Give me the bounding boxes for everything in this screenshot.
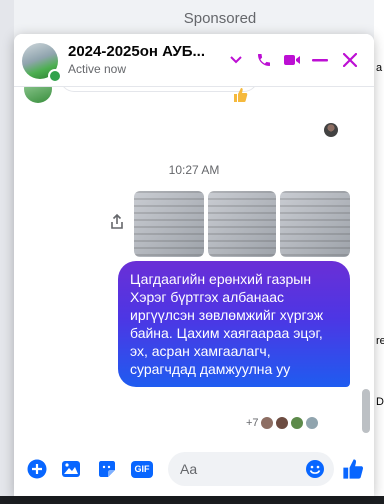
- sticker-icon[interactable]: [96, 458, 118, 480]
- plus-circle-icon[interactable]: [26, 458, 48, 480]
- gif-label: GIF: [131, 460, 153, 478]
- taskbar-strip: [0, 496, 384, 504]
- seen-avatar: [259, 416, 274, 430]
- gif-icon[interactable]: GIF: [130, 458, 154, 480]
- sender-avatar: [24, 87, 52, 103]
- seen-receipt-avatar: [324, 123, 338, 137]
- image-icon[interactable]: [60, 458, 82, 480]
- photo-attachment[interactable]: [208, 191, 276, 257]
- background-text-fragment: D: [376, 396, 384, 408]
- share-icon[interactable]: [108, 213, 126, 231]
- message-timestamp: 10:27 AM: [168, 163, 220, 177]
- minimize-icon[interactable]: [310, 50, 330, 70]
- photo-attachment[interactable]: [280, 191, 350, 257]
- chat-window: 2024-2025он АУБ... Active now 10:27 AM Ц…: [14, 34, 374, 496]
- thumbs-up-icon[interactable]: [342, 458, 364, 480]
- previous-message-bubble[interactable]: [60, 87, 258, 92]
- background-right-panel: [374, 0, 384, 504]
- close-icon[interactable]: [340, 50, 360, 70]
- seen-avatar: [274, 416, 289, 430]
- emoji-icon[interactable]: [304, 458, 326, 480]
- scrollbar[interactable]: [362, 389, 370, 433]
- message-list[interactable]: 10:27 AM Цагдаагийн ерөнхий газрын Хэрэг…: [14, 87, 374, 442]
- online-status-dot: [48, 69, 62, 83]
- message-bubble[interactable]: Цагдаагийн ерөнхий газрын Хэрэг бүртгэх …: [118, 261, 350, 387]
- chat-header[interactable]: 2024-2025он АУБ... Active now: [14, 34, 374, 87]
- background-left-panel: [0, 0, 14, 504]
- seen-avatar: [304, 416, 319, 430]
- sponsored-label: Sponsored: [183, 10, 257, 27]
- message-composer: GIF: [14, 444, 374, 496]
- seen-avatar: [289, 416, 304, 430]
- photo-attachment[interactable]: [134, 191, 204, 257]
- background-text-fragment: a: [376, 62, 383, 74]
- video-camera-icon[interactable]: [282, 50, 302, 70]
- chat-status: Active now: [68, 62, 127, 76]
- chat-title[interactable]: 2024-2025он АУБ...: [68, 43, 205, 60]
- background-text-fragment: re: [376, 335, 384, 347]
- seen-count: +7: [246, 417, 259, 429]
- thumbs-up-reaction-icon: [232, 87, 248, 108]
- phone-icon[interactable]: [254, 50, 274, 70]
- chevron-down-icon[interactable]: [226, 50, 246, 70]
- seen-by-avatars[interactable]: +7: [244, 415, 321, 431]
